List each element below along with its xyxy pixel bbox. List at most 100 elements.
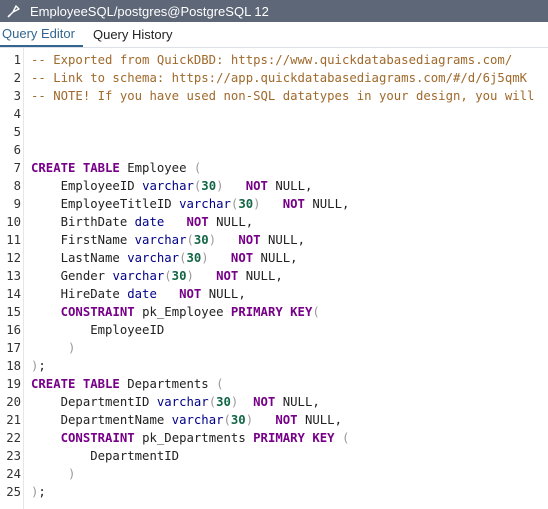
code-token: 30 [193,233,209,247]
line-number: 5 [13,125,21,139]
code-token: DepartmentName [31,413,172,427]
code-line: ); [31,357,548,375]
code-token: NOT [186,215,209,229]
line-number: 2 [13,71,21,85]
tab-query-history[interactable]: Query History [83,22,180,47]
line-number: 22 [6,431,21,445]
code-token: NULL, [267,179,313,193]
code-line: CREATE TABLE Employee ( [31,159,548,177]
code-token: ) [201,251,209,265]
code-token: NOT [275,413,298,427]
code-token: DepartmentID [31,395,157,409]
code-line: ​ [31,123,548,141]
code-line: BirthDate date NOT NULL, [31,213,548,231]
code-token: varchar [127,251,180,265]
code-token: FirstName [31,233,135,247]
code-token: 30 [186,251,202,265]
code-token: NULL, [201,287,246,301]
code-line: EmployeeTitleID varchar(30) NOT NULL, [31,195,548,213]
code-area[interactable]: -- Exported from QuickDBD: https://www.q… [24,48,548,509]
code-token: ; [38,359,46,373]
code-token: DepartmentID [31,449,180,463]
line-number-gutter: 1 2 3 4 5 6 7 8 9 10 11 12 13 14 15 16 17 18 19 20 21 22 23 24 2… [0,48,24,509]
code-line: EmployeeID [31,321,548,339]
code-token: EmployeeTitleID [31,197,180,211]
line-number: 6 [13,143,21,157]
code-token: NOT [230,251,254,265]
code-line: DepartmentID varchar(30) NOT NULL, [31,393,548,411]
code-token: -- Exported from QuickDBD: https://www.q… [31,53,513,67]
tab-query-history-label: Query History [92,27,173,42]
code-token: varchar [156,395,209,409]
code-token: NOT [238,233,261,247]
query-tool-icon [6,3,22,19]
code-token: 30 [238,197,254,211]
code-token: ( [312,305,320,319]
code-line: CONSTRAINT pk_Departments PRIMARY KEY ( [31,429,548,447]
code-line: ) [31,465,548,483]
code-token: ( [164,269,172,283]
code-token: HireDate [31,287,128,301]
code-token: NULL, [253,251,298,265]
code-line: FirstName varchar(30) NOT NULL, [31,231,548,249]
sql-editor[interactable]: 1 2 3 4 5 6 7 8 9 10 11 12 13 14 15 16 17 18 19 20 21 22 23 24 2… [0,48,548,509]
code-token: NOT [245,179,268,193]
line-number: 1 [13,53,21,67]
code-token: ( [341,431,350,445]
code-token: NULL, [260,233,305,247]
line-number: 10 [6,215,21,229]
code-line: DepartmentID [31,447,548,465]
code-line: LastName varchar(30) NOT NULL, [31,249,548,267]
code-token: PRIMARY KEY [253,431,335,445]
line-number: 16 [6,323,21,337]
code-token: ( [208,395,217,409]
code-token: CONSTRAINT [60,431,135,445]
code-line: EmployeeID varchar(30) NOT NULL, [31,177,548,195]
code-line: HireDate date NOT NULL, [31,285,548,303]
code-token: date [134,215,165,229]
line-number: 14 [6,287,21,301]
window-titlebar: EmployeeSQL/postgres@PostgreSQL 12 [0,0,548,22]
code-line: Gender varchar(30) NOT NULL, [31,267,548,285]
code-token: NOT [216,269,239,283]
code-token: ( [193,161,202,175]
line-number: 11 [6,233,21,247]
code-token: date [127,287,157,301]
code-token: CONSTRAINT [60,305,135,319]
code-token: Employee [119,161,194,175]
code-token: NULL, [208,215,254,229]
code-token: EmployeeID [31,179,143,193]
code-token: EmployeeID [31,323,165,337]
tab-query-editor[interactable]: Query Editor [0,22,83,47]
code-token: NOT [179,287,202,301]
line-number: 19 [6,377,21,391]
code-token: ) [186,269,194,283]
code-token: ( [223,413,231,427]
code-line: -- Link to schema: https://app.quickdata… [31,69,548,87]
line-number: 8 [13,179,21,193]
code-token: ) [216,179,224,193]
code-token: Gender [31,269,113,283]
line-number: 20 [6,395,21,409]
code-line: ​ [31,141,548,159]
code-token: Departments [119,377,217,391]
code-token: -- NOTE! If you have used non-SQL dataty… [31,89,535,103]
line-number: 23 [6,449,21,463]
code-token: BirthDate [31,215,135,229]
code-line: CONSTRAINT pk_Employee PRIMARY KEY( [31,303,548,321]
code-token: CREATE TABLE [31,161,120,175]
code-token: NOT [282,197,305,211]
code-token: pk_Employee [134,305,231,319]
tab-query-editor-label: Query Editor [2,26,75,41]
code-line: DepartmentName varchar(30) NOT NULL, [31,411,548,429]
code-token: 30 [201,179,217,193]
